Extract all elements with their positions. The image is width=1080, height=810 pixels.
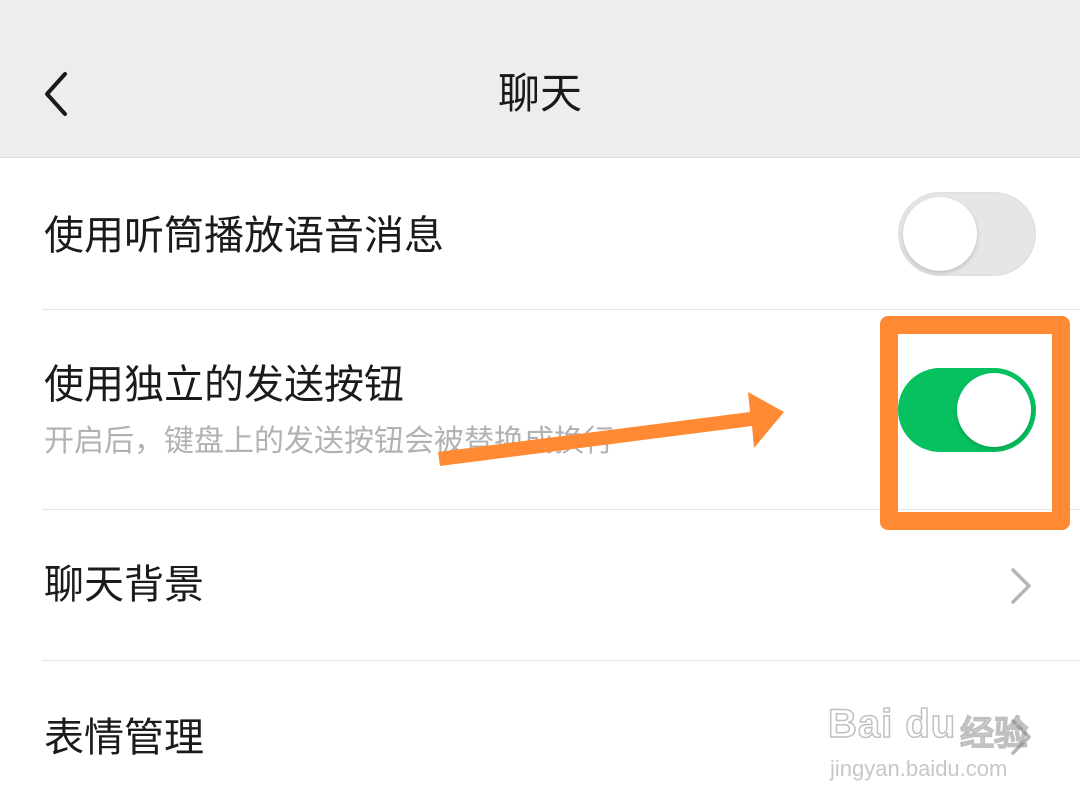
toggle-knob — [903, 197, 977, 271]
navigation-bar: 聊天 — [0, 0, 1080, 158]
send-button-toggle[interactable] — [898, 368, 1036, 452]
chevron-right-icon — [1011, 719, 1031, 755]
setting-label-send-button: 使用独立的发送按钮 — [44, 362, 404, 408]
setting-label-sticker-management: 表情管理 — [44, 715, 204, 761]
page-title: 聊天 — [497, 69, 582, 118]
setting-row-sticker-management[interactable]: 表情管理 — [0, 661, 1080, 810]
setting-label-chat-background: 聊天背景 — [44, 562, 204, 608]
chevron-right-icon — [1011, 568, 1031, 604]
setting-row-send-button[interactable]: 使用独立的发送按钮 开启后，键盘上的发送按钮会被替换成换行 — [0, 310, 1080, 509]
setting-row-chat-background[interactable]: 聊天背景 — [0, 510, 1080, 660]
setting-description-send-button: 开启后，键盘上的发送按钮会被替换成换行 — [44, 424, 614, 459]
earpiece-toggle[interactable] — [898, 192, 1036, 276]
setting-label-earpiece: 使用听筒播放语音消息 — [44, 213, 444, 259]
toggle-knob — [957, 373, 1031, 447]
setting-row-earpiece[interactable]: 使用听筒播放语音消息 — [0, 159, 1080, 309]
